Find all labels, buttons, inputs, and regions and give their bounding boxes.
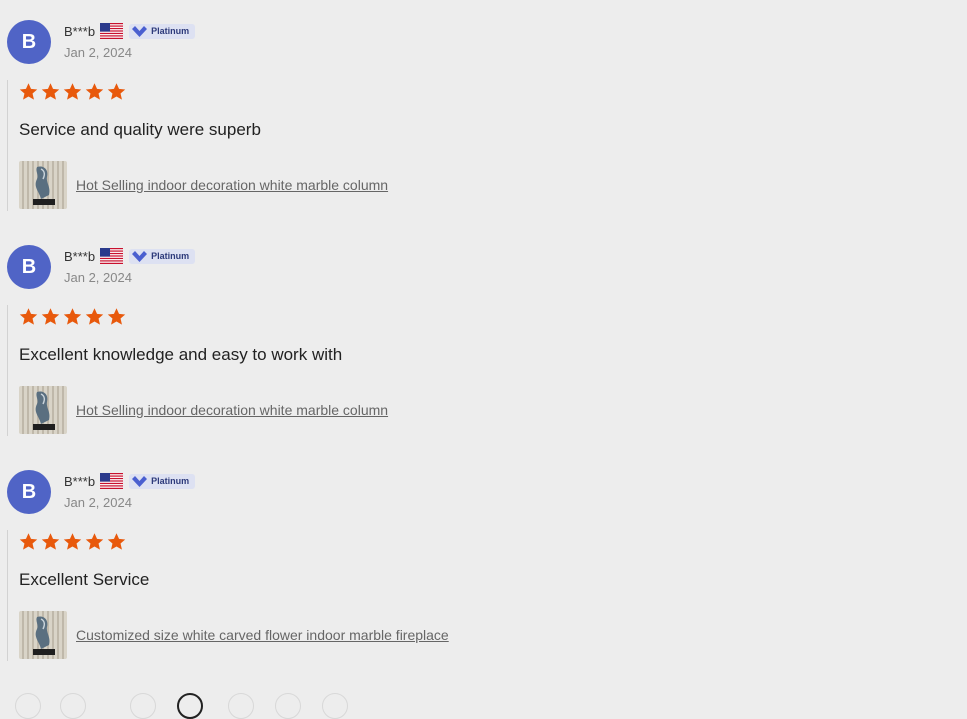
star-icon xyxy=(41,308,60,325)
star-rating xyxy=(19,532,126,551)
review-body: Excellent knowledge and easy to work wit… xyxy=(7,305,388,436)
us-flag-icon xyxy=(100,248,124,264)
avatar: B xyxy=(7,245,51,289)
review-item: B B***b Platinum Jan 2, 2024 xyxy=(0,225,967,450)
star-icon xyxy=(107,533,126,550)
reviewer-info: B***b Platinum xyxy=(64,21,196,41)
badge-label: Platinum xyxy=(151,26,190,36)
review-date: Jan 2, 2024 xyxy=(64,495,132,510)
verified-check-icon xyxy=(132,25,148,37)
product-link[interactable]: Hot Selling indoor decoration white marb… xyxy=(76,402,388,418)
platinum-badge: Platinum xyxy=(129,23,196,39)
review-date: Jan 2, 2024 xyxy=(64,45,132,60)
sculpture-image-icon xyxy=(33,166,55,205)
star-icon xyxy=(85,533,104,550)
product-reference[interactable]: Customized size white carved flower indo… xyxy=(19,611,449,659)
avatar: B xyxy=(7,470,51,514)
product-reference[interactable]: Hot Selling indoor decoration white marb… xyxy=(19,386,388,434)
platinum-badge: Platinum xyxy=(129,473,196,489)
star-icon xyxy=(19,533,38,550)
reviewer-info: B***b Platinum xyxy=(64,471,196,491)
review-date: Jan 2, 2024 xyxy=(64,270,132,285)
star-icon xyxy=(63,533,82,550)
product-reference[interactable]: Hot Selling indoor decoration white marb… xyxy=(19,161,388,209)
reviewer-name: B***b xyxy=(64,23,96,39)
star-rating xyxy=(19,307,126,326)
us-flag-icon xyxy=(100,23,124,39)
review-item: B B***b Platinum Jan 2, 2024 xyxy=(0,450,967,675)
reviewer-name: B***b xyxy=(64,248,96,264)
star-icon xyxy=(85,308,104,325)
platinum-badge: Platinum xyxy=(129,248,196,264)
review-item: B B***b Platinum Jan 2, 2024 xyxy=(0,0,967,225)
review-body: Excellent Service Customized size white … xyxy=(7,530,449,661)
star-rating xyxy=(19,82,126,101)
review-text: Excellent knowledge and easy to work wit… xyxy=(19,345,343,364)
product-thumbnail[interactable] xyxy=(19,161,67,209)
sculpture-image-icon xyxy=(33,616,55,655)
star-icon xyxy=(19,308,38,325)
badge-label: Platinum xyxy=(151,476,190,486)
star-icon xyxy=(107,83,126,100)
star-icon xyxy=(63,308,82,325)
product-link[interactable]: Customized size white carved flower indo… xyxy=(76,627,449,643)
avatar: B xyxy=(7,20,51,64)
verified-check-icon xyxy=(132,250,148,262)
star-icon xyxy=(85,83,104,100)
review-text: Service and quality were superb xyxy=(19,120,261,139)
badge-label: Platinum xyxy=(151,251,190,261)
review-body: Service and quality were superb Hot Sell… xyxy=(7,80,388,211)
star-icon xyxy=(41,83,60,100)
star-icon xyxy=(19,83,38,100)
product-thumbnail[interactable] xyxy=(19,386,67,434)
star-icon xyxy=(63,83,82,100)
verified-check-icon xyxy=(132,475,148,487)
reviewer-info: B***b Platinum xyxy=(64,246,196,266)
sculpture-image-icon xyxy=(33,391,55,430)
review-text: Excellent Service xyxy=(19,570,150,589)
reviewer-name: B***b xyxy=(64,473,96,489)
product-thumbnail[interactable] xyxy=(19,611,67,659)
product-link[interactable]: Hot Selling indoor decoration white marb… xyxy=(76,177,388,193)
star-icon xyxy=(107,308,126,325)
star-icon xyxy=(41,533,60,550)
pagination xyxy=(0,690,967,719)
us-flag-icon xyxy=(100,473,124,489)
